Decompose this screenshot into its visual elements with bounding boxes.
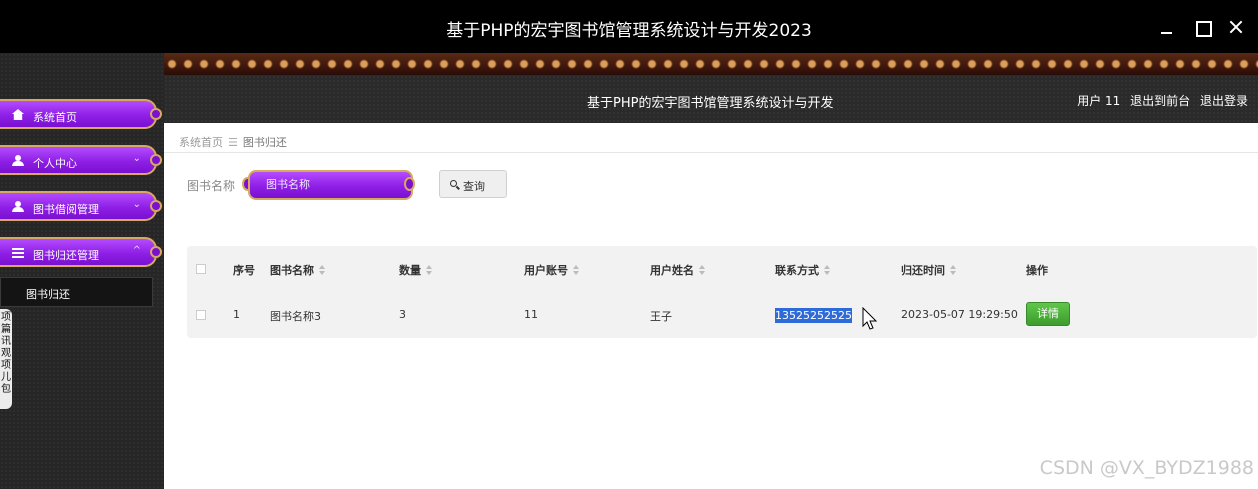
sort-icon [573, 265, 579, 275]
sort-icon [950, 265, 956, 275]
sidebar-item-label: 图书归还管理 [33, 249, 99, 262]
window-titlebar: 基于PHP的宏宇图书馆管理系统设计与开发2023 [0, 0, 1258, 53]
logout-link[interactable]: 退出登录 [1200, 94, 1248, 108]
back-to-front-link[interactable]: 退出到前台 [1130, 94, 1190, 108]
watermark: CSDN @VX_BYDZ1988 [1039, 457, 1254, 479]
decor-knob [150, 154, 162, 166]
decorative-band [164, 53, 1258, 75]
side-popup: 项 篇 讯 观 项 儿 包 [0, 309, 12, 409]
divider [164, 152, 1258, 153]
header-user-area: 用户 11 退出到前台 退出登录 [1071, 92, 1248, 109]
header-label: 归还时间 [901, 264, 945, 277]
search-label: 图书名称 [187, 179, 236, 193]
header-actions: 操作 [1026, 264, 1048, 277]
mouse-cursor-icon [862, 307, 878, 330]
header-quantity[interactable]: 数量 [399, 262, 432, 278]
header-title: 基于PHP的宏宇图书馆管理系统设计与开发 [587, 96, 834, 111]
minimize-icon[interactable] [1159, 17, 1177, 35]
user-icon [12, 155, 24, 166]
book-name-search-input[interactable] [248, 170, 413, 200]
main-content: 系统首页 ☰ 图书归还 图书名称 查询 序号 图书名称 数量 用户账号 用户姓名 联… [164, 123, 1258, 489]
breadcrumb-current: 图书归还 [242, 136, 287, 149]
maximize-icon[interactable] [1195, 17, 1213, 37]
sidebar: 系统首页 个人中心 ⌄ 图书借阅管理 ⌄ 图书归还管理 ^ 图书归还 项 篇 讯… [0, 53, 164, 489]
sidebar-item-return-management[interactable]: 图书归还管理 ^ [0, 237, 162, 267]
chevron-down-icon: ⌄ [132, 199, 141, 210]
window-title: 基于PHP的宏宇图书馆管理系统设计与开发2023 [446, 21, 812, 41]
header-account[interactable]: 用户账号 [524, 262, 579, 278]
sidebar-item-label: 图书借阅管理 [33, 203, 99, 216]
home-icon [12, 109, 24, 120]
cell-account: 11 [524, 308, 538, 321]
sidebar-item-personal-center[interactable]: 个人中心 ⌄ [0, 145, 162, 175]
user-icon [12, 201, 24, 212]
decor-knob [150, 200, 162, 212]
cell-username: 王子 [650, 310, 672, 323]
header-username[interactable]: 用户姓名 [650, 262, 705, 278]
select-all-checkbox[interactable] [196, 264, 206, 274]
breadcrumb-home[interactable]: 系统首页 [179, 136, 223, 149]
sort-icon [319, 265, 325, 275]
header-label: 图书名称 [270, 264, 314, 277]
query-button-label: 查询 [463, 180, 485, 193]
cell-return-time: 2023-05-07 19:29:50 [901, 308, 1018, 321]
header-label: 用户姓名 [650, 264, 694, 277]
decor-knob [150, 246, 162, 258]
cell-index: 1 [233, 308, 240, 321]
sidebar-subitem-book-return[interactable]: 图书归还 [0, 277, 153, 307]
decor-knob [404, 177, 415, 191]
header: 基于PHP的宏宇图书馆管理系统设计与开发 用户 11 退出到前台 退出登录 [164, 75, 1258, 123]
header-return-time[interactable]: 归还时间 [901, 262, 956, 278]
sidebar-item-home[interactable]: 系统首页 [0, 99, 162, 129]
chevron-down-icon: ⌄ [132, 153, 141, 164]
breadcrumb-separator-icon: ☰ [228, 136, 238, 149]
row-checkbox[interactable] [196, 310, 206, 320]
header-label: 用户账号 [524, 264, 568, 277]
detail-button[interactable]: 详情 [1026, 302, 1070, 326]
return-table: 序号 图书名称 数量 用户账号 用户姓名 联系方式 归还时间 操作 1 图书名称… [187, 246, 1257, 338]
cell-quantity: 3 [399, 308, 406, 321]
sidebar-item-label: 个人中心 [33, 157, 77, 170]
decor-knob [150, 108, 162, 120]
table-header: 序号 图书名称 数量 用户账号 用户姓名 联系方式 归还时间 操作 [187, 246, 1257, 292]
chevron-up-icon: ^ [132, 245, 141, 256]
breadcrumb: 系统首页 ☰ 图书归还 [179, 134, 287, 150]
query-button[interactable]: 查询 [439, 170, 507, 198]
sidebar-item-label: 系统首页 [33, 111, 77, 124]
cell-contact: 13525252525 [775, 308, 852, 323]
header-label: 联系方式 [775, 264, 819, 277]
side-popup-text: 项 篇 讯 观 项 儿 包 [1, 312, 11, 395]
table-row: 1 图书名称3 3 11 王子 13525252525 2023-05-07 1… [187, 292, 1257, 338]
cell-book-name: 图书名称3 [270, 310, 321, 323]
header-contact[interactable]: 联系方式 [775, 262, 830, 278]
header-label: 数量 [399, 264, 421, 277]
search-icon [450, 180, 457, 187]
sort-icon [699, 265, 705, 275]
close-icon[interactable] [1228, 17, 1246, 35]
header-book-name[interactable]: 图书名称 [270, 262, 325, 278]
current-user: 用户 11 [1077, 94, 1121, 108]
list-icon [12, 247, 24, 258]
sidebar-item-borrow-management[interactable]: 图书借阅管理 ⌄ [0, 191, 162, 221]
sidebar-subitem-label: 图书归还 [26, 288, 70, 301]
header-index: 序号 [233, 264, 255, 277]
sort-icon [824, 265, 830, 275]
sort-icon [426, 265, 432, 275]
